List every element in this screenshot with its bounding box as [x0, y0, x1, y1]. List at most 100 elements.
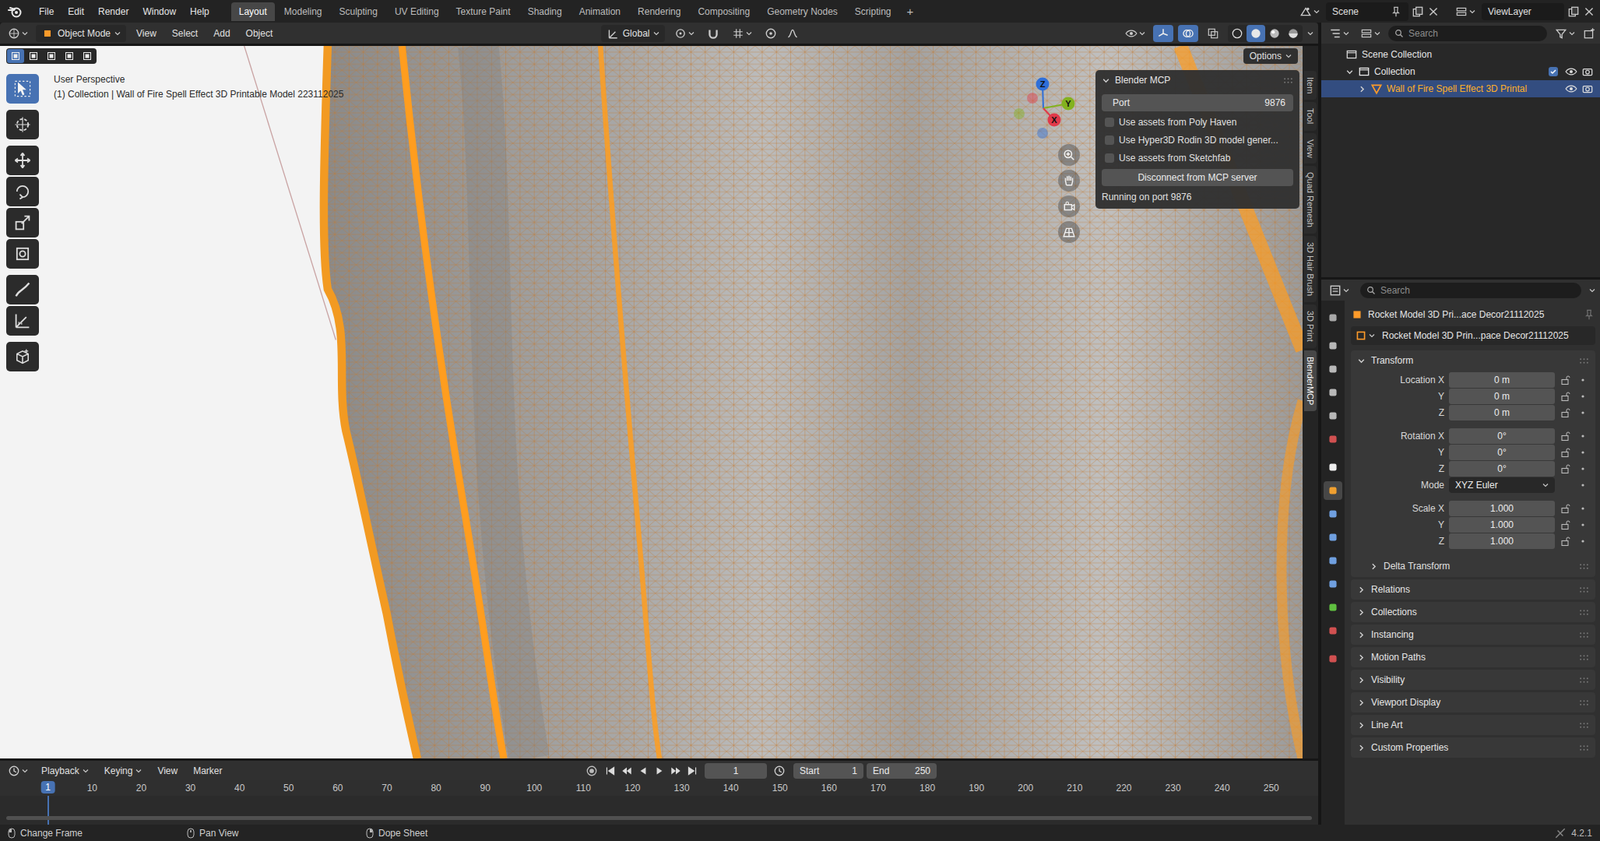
- camera-view-button[interactable]: [1058, 195, 1080, 218]
- unlocked-icon[interactable]: [1559, 390, 1571, 402]
- keyframe-dot-icon[interactable]: [1579, 393, 1586, 400]
- outliner-row[interactable]: Scene Collection: [1321, 45, 1600, 64]
- checkbox-row[interactable]: Use assets from Sketchfab: [1101, 151, 1294, 166]
- drag-grip-icon[interactable]: [1578, 654, 1590, 662]
- properties-tab[interactable]: [1323, 429, 1343, 449]
- timeline-menu-item[interactable]: View: [151, 763, 183, 779]
- view-layer-name-field[interactable]: ViewLayer: [1481, 3, 1565, 21]
- viewport-menu-item[interactable]: Add: [207, 25, 236, 42]
- keyframe-dot-icon[interactable]: [1579, 465, 1586, 472]
- viewport-menu-item[interactable]: Object: [240, 25, 279, 42]
- workspace-tab[interactable]: Animation: [571, 2, 629, 22]
- timeline-menu-item[interactable]: Keying: [98, 763, 148, 779]
- sidebar-tab[interactable]: 3D Print: [1304, 304, 1317, 349]
- drag-grip-icon[interactable]: [1578, 608, 1590, 616]
- keyframe-dot-icon[interactable]: [1579, 449, 1586, 456]
- panel-header[interactable]: Relations: [1350, 579, 1596, 600]
- navigation-gizmo[interactable]: ZYX: [1012, 73, 1083, 145]
- keyframe-dot-icon[interactable]: [1579, 521, 1586, 528]
- workspace-tab[interactable]: Shading: [520, 2, 570, 22]
- collapsed-chevron-icon[interactable]: [1357, 608, 1366, 617]
- menu-item[interactable]: File: [32, 3, 60, 21]
- property-field[interactable]: 1.000: [1448, 500, 1555, 517]
- sidebar-tab[interactable]: Item: [1304, 70, 1317, 100]
- start-frame-field[interactable]: Start1: [793, 763, 864, 779]
- expanded-chevron-icon[interactable]: [1357, 356, 1366, 366]
- properties-tab[interactable]: [1323, 551, 1343, 570]
- eye-icon[interactable]: [1564, 82, 1578, 95]
- drag-grip-icon[interactable]: [1578, 721, 1590, 729]
- pivot-point-button[interactable]: [671, 24, 698, 43]
- property-field[interactable]: 0°: [1448, 428, 1555, 444]
- keyframe-dot-icon[interactable]: [1579, 376, 1586, 384]
- panel-header[interactable]: Instancing: [1350, 624, 1596, 645]
- shading-mode-button[interactable]: [1246, 24, 1266, 43]
- tool-button[interactable]: [6, 341, 39, 372]
- record-icon[interactable]: [585, 764, 598, 778]
- scene-name-field[interactable]: Scene: [1325, 2, 1409, 22]
- datablock-browse[interactable]: [1352, 328, 1378, 343]
- drag-grip-icon[interactable]: [1578, 744, 1590, 752]
- new-view-layer-icon[interactable]: [1567, 5, 1580, 18]
- property-field[interactable]: 0°: [1448, 444, 1555, 461]
- tool-button[interactable]: [6, 305, 39, 336]
- outliner-search-field[interactable]: Search: [1388, 25, 1548, 42]
- workspace-tab[interactable]: UV Editing: [386, 2, 447, 22]
- falloff-icon[interactable]: [786, 27, 799, 40]
- menu-item[interactable]: Window: [136, 3, 183, 21]
- checkbox[interactable]: [1104, 153, 1115, 163]
- jump-end-icon[interactable]: [685, 764, 699, 778]
- port-field[interactable]: Port9876: [1101, 94, 1294, 112]
- zoom-button[interactable]: [1058, 144, 1080, 166]
- checkbox[interactable]: [1104, 117, 1115, 127]
- checkbox[interactable]: [1104, 135, 1115, 145]
- workspace-tab[interactable]: Sculpting: [331, 2, 386, 22]
- disconnect-button[interactable]: Disconnect from MCP server: [1101, 168, 1294, 187]
- eye-icon[interactable]: [1564, 65, 1578, 78]
- workspace-tab[interactable]: Geometry Nodes: [759, 2, 846, 22]
- workspace-tab[interactable]: Scripting: [847, 2, 900, 22]
- shading-mode-button[interactable]: [1283, 24, 1303, 43]
- tool-button[interactable]: [6, 274, 39, 305]
- xray-toggle[interactable]: [1202, 24, 1224, 43]
- play-reverse-icon[interactable]: [636, 764, 650, 778]
- selection-mode-button[interactable]: [24, 49, 43, 64]
- subpanel-header[interactable]: Delta Transform: [1350, 556, 1596, 576]
- expanded-chevron-icon[interactable]: [1345, 67, 1354, 77]
- properties-tab[interactable]: [1323, 359, 1343, 379]
- unlocked-icon[interactable]: [1559, 502, 1571, 514]
- tool-button[interactable]: [6, 239, 39, 269]
- panel-header[interactable]: Viewport Display: [1350, 692, 1596, 713]
- snap-button[interactable]: [703, 24, 723, 43]
- frame-ruler[interactable]: 1020304050607080901001101201301401501601…: [0, 780, 1319, 796]
- 3d-viewport[interactable]: Options User Perspective (1) Collection …: [0, 45, 1319, 759]
- property-field[interactable]: 1.000: [1448, 516, 1555, 533]
- properties-tab[interactable]: [1323, 481, 1343, 500]
- selection-mode-button[interactable]: [78, 49, 96, 64]
- viewport-canvas[interactable]: Options User Perspective (1) Collection …: [0, 45, 1303, 759]
- panel-header[interactable]: Custom Properties: [1350, 737, 1596, 758]
- shading-mode-button[interactable]: [1227, 24, 1247, 43]
- scene-browse-button[interactable]: [1296, 3, 1323, 21]
- tool-button[interactable]: [6, 109, 39, 140]
- expanded-chevron-icon[interactable]: [1101, 76, 1111, 85]
- visibility-button[interactable]: [1121, 24, 1149, 43]
- next-keyframe-icon[interactable]: [669, 764, 683, 778]
- viewport-menu-item[interactable]: View: [130, 25, 162, 42]
- add-workspace-button[interactable]: +: [900, 1, 921, 22]
- tool-button[interactable]: [6, 207, 39, 238]
- view-layer-browse-button[interactable]: [1452, 3, 1479, 21]
- tool-button[interactable]: [6, 73, 39, 104]
- timeline-menu-item[interactable]: Marker: [187, 763, 228, 779]
- viewport-menu-item[interactable]: Select: [166, 25, 204, 42]
- editor-type-button[interactable]: [4, 24, 32, 43]
- horizontal-scrollbar[interactable]: [6, 815, 1312, 820]
- menu-item[interactable]: Help: [183, 3, 216, 21]
- unlocked-icon[interactable]: [1559, 463, 1571, 475]
- new-scene-icon[interactable]: [1411, 5, 1425, 18]
- properties-tab[interactable]: [1323, 621, 1343, 640]
- collapsed-chevron-icon[interactable]: [1357, 653, 1366, 662]
- properties-tab[interactable]: [1323, 336, 1343, 356]
- pin-icon[interactable]: [1582, 308, 1596, 321]
- display-mode-button[interactable]: [1357, 24, 1384, 43]
